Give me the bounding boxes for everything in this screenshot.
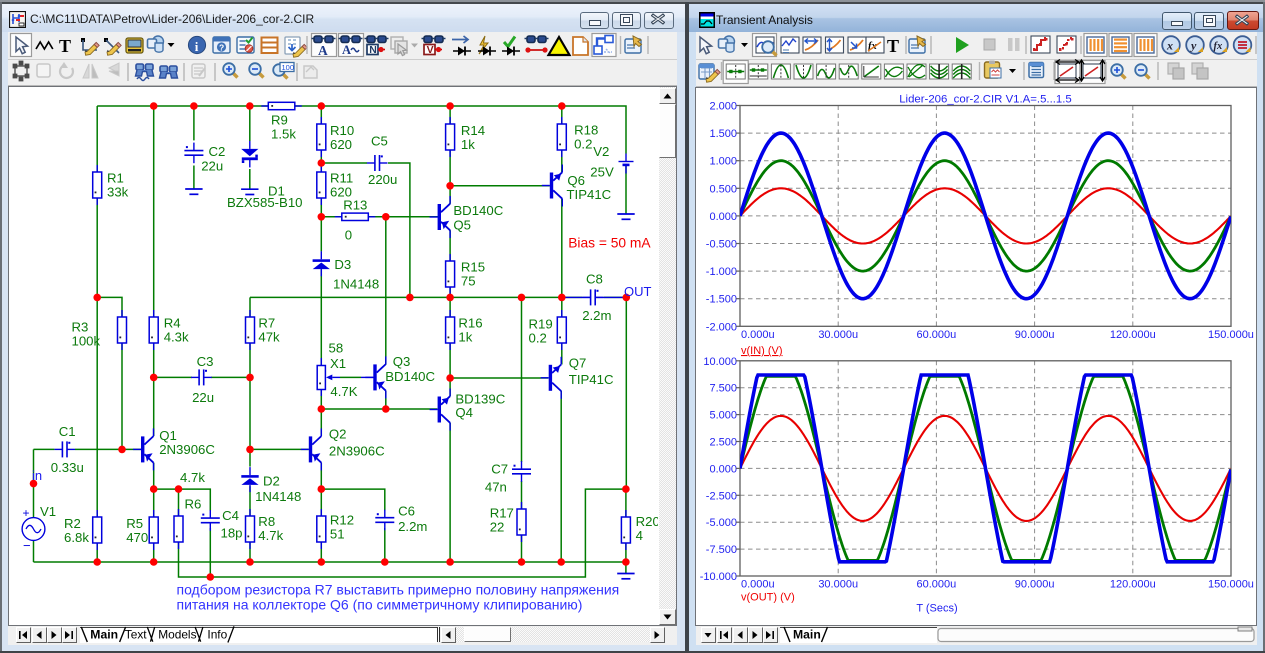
svg-text:i: i bbox=[195, 39, 199, 54]
svg-text:x: x bbox=[1166, 39, 1173, 53]
svg-text:?: ? bbox=[219, 43, 224, 53]
svg-text:V: V bbox=[427, 44, 434, 56]
svg-text:T: T bbox=[59, 36, 71, 56]
svg-text:N: N bbox=[369, 44, 377, 56]
svg-text:fx: fx bbox=[1214, 41, 1223, 52]
svg-text:A: A bbox=[342, 43, 351, 57]
svg-text:A: A bbox=[318, 43, 328, 58]
svg-text:y: y bbox=[1189, 39, 1197, 53]
svg-text:100: 100 bbox=[282, 63, 295, 72]
svg-text:T: T bbox=[887, 36, 899, 56]
